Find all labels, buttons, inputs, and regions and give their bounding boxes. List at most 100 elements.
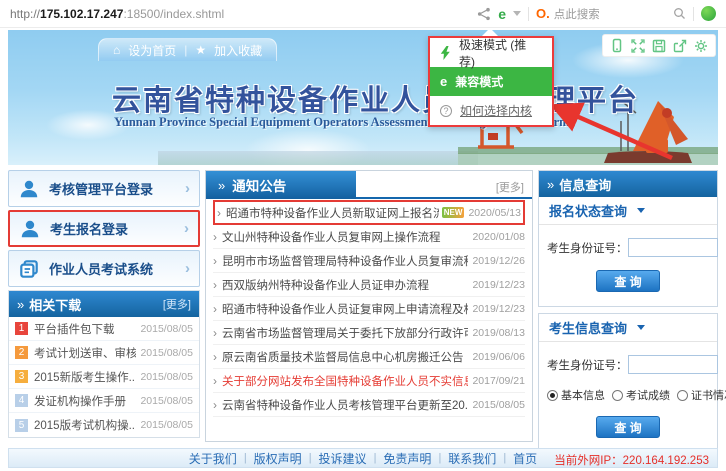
notice-item-title: 昭通市特种设备作业人员证复审网上申请流程及相... bbox=[222, 301, 468, 317]
divider: | bbox=[438, 452, 441, 464]
bullet-icon: › bbox=[213, 350, 217, 364]
download-title: 发证机构操作手册 bbox=[34, 393, 136, 409]
download-title: 2015新版考生操作... bbox=[34, 369, 136, 385]
exam-system-icon bbox=[18, 258, 40, 280]
notice-item[interactable]: › 云南省市场监督管理局关于委托下放部分行政许可... 2019/08/13 bbox=[213, 321, 525, 345]
rank-badge: 5 bbox=[15, 419, 28, 432]
info-query-header: » 信息查询 bbox=[539, 171, 717, 197]
export-icon[interactable] bbox=[673, 39, 687, 53]
notice-tab[interactable]: » 通知公告 bbox=[206, 171, 356, 199]
star-icon: ★ bbox=[195, 43, 206, 57]
notice-item[interactable]: › 文山州特种设备作业人员复审网上操作流程 2020/01/08 bbox=[213, 225, 525, 249]
search-placeholder[interactable]: 点此搜索 bbox=[554, 6, 669, 22]
status-query-button[interactable]: 查 询 bbox=[596, 270, 660, 292]
browser-logo-icon[interactable] bbox=[701, 6, 716, 21]
id-number-label: 考生身份证号： bbox=[547, 240, 628, 256]
notice-item-date: 2019/12/23 bbox=[472, 279, 525, 291]
download-item[interactable]: 5 2015版考试机构操... 2015/08/05 bbox=[9, 413, 199, 437]
fullscreen-icon[interactable] bbox=[631, 39, 645, 53]
mobile-icon[interactable] bbox=[610, 38, 624, 53]
notice-item[interactable]: › 昆明市市场监督管理局特种设备作业人员复审流程... 2019/12/26 bbox=[213, 249, 525, 273]
notice-item-date: 2019/12/23 bbox=[472, 303, 525, 315]
double-chevron-icon: » bbox=[547, 177, 554, 192]
url-text[interactable]: http://175.102.17.247:18500/index.shtml bbox=[10, 7, 477, 21]
downloads-more-link[interactable]: [更多] bbox=[163, 296, 191, 312]
double-chevron-icon: » bbox=[218, 178, 225, 193]
bullet-icon: › bbox=[213, 302, 217, 316]
footer-link-complaint[interactable]: 投诉建议 bbox=[319, 450, 367, 467]
rank-badge: 1 bbox=[15, 322, 28, 335]
set-home-link[interactable]: 设为首页 bbox=[128, 42, 176, 59]
footer-link-contact[interactable]: 联系我们 bbox=[448, 450, 496, 467]
add-favorite-link[interactable]: 加入收藏 bbox=[214, 42, 262, 59]
compat-mode-icon[interactable]: e bbox=[498, 7, 506, 21]
candidate-query-toggle[interactable]: 考生信息查询 bbox=[539, 314, 717, 342]
sidebar-item-label: 作业人员考试系统 bbox=[49, 259, 185, 278]
radio-exam-score[interactable]: 考试成绩 bbox=[612, 387, 670, 403]
chevron-right-icon: › bbox=[184, 220, 189, 237]
chevron-down-icon[interactable] bbox=[513, 11, 521, 16]
notice-item[interactable]: › 西双版纳州特种设备作业人员证申办流程 2019/12/23 bbox=[213, 273, 525, 297]
download-item[interactable]: 3 2015新版考生操作... 2015/08/05 bbox=[9, 365, 199, 389]
notice-item-date: 2019/08/13 bbox=[472, 327, 525, 339]
notice-item-highlighted[interactable]: › 昭通市特种设备作业人员新取证网上报名流程 NEW 2020/05/13 bbox=[213, 200, 525, 225]
footer-link-copyright[interactable]: 版权声明 bbox=[254, 450, 302, 467]
footer-link-disclaimer[interactable]: 免责声明 bbox=[383, 450, 431, 467]
download-item[interactable]: 4 发证机构操作手册 2015/08/05 bbox=[9, 389, 199, 413]
id-number-input[interactable] bbox=[628, 355, 718, 374]
notice-item-title: 云南省市场监督管理局关于委托下放部分行政许可... bbox=[222, 325, 468, 341]
notice-item-title: 文山州特种设备作业人员复审网上操作流程 bbox=[222, 229, 468, 245]
magnifier-icon[interactable] bbox=[673, 7, 686, 20]
person-icon bbox=[18, 178, 40, 200]
banner-quick-links: ⌂ 设为首页 | ★ 加入收藏 bbox=[98, 38, 277, 61]
divider: | bbox=[309, 452, 312, 464]
chevron-right-icon: › bbox=[185, 180, 190, 197]
search-engine-logo[interactable]: O. bbox=[536, 6, 550, 21]
divider bbox=[693, 7, 694, 21]
browser-page-toolbar bbox=[602, 34, 716, 57]
radio-icon bbox=[547, 390, 558, 401]
radio-basic-info[interactable]: 基本信息 bbox=[547, 387, 605, 403]
info-query-panel: » 信息查询 报名状态查询 考生身份证号： 查 询 bbox=[538, 170, 718, 307]
download-date: 2015/08/05 bbox=[140, 323, 193, 335]
notice-item[interactable]: › 云南省特种设备作业人员考核管理平台更新至20... 2015/08/05 bbox=[213, 393, 525, 417]
footer-link-home[interactable]: 首页 bbox=[513, 450, 537, 467]
notice-item-title: 云南省特种设备作业人员考核管理平台更新至20... bbox=[222, 397, 468, 413]
status-query-toggle[interactable]: 报名状态查询 bbox=[539, 197, 717, 225]
notice-item[interactable]: › 原云南省质量技术监督局信息中心机房搬迁公告 2019/06/06 bbox=[213, 345, 525, 369]
download-item[interactable]: 2 考试计划送审、审核 ... 2015/08/05 bbox=[9, 341, 199, 365]
bullet-icon: › bbox=[213, 278, 217, 292]
divider bbox=[528, 7, 529, 21]
notice-item-title: 昆明市市场监督管理局特种设备作业人员复审流程... bbox=[222, 253, 468, 269]
sidebar-item-label: 考生报名登录 bbox=[50, 219, 184, 238]
menu-item-kernel-help[interactable]: ? 如何选择内核 bbox=[430, 96, 552, 125]
query-column: » 信息查询 报名状态查询 考生身份证号： 查 询 bbox=[538, 170, 718, 442]
save-icon[interactable] bbox=[652, 39, 666, 53]
notice-title: 通知公告 bbox=[232, 175, 286, 195]
id-number-input[interactable] bbox=[628, 238, 718, 257]
candidate-query-panel: 考生信息查询 考生身份证号： 基本信息 bbox=[538, 313, 718, 453]
gear-icon[interactable] bbox=[694, 39, 708, 53]
browser-search-box[interactable]: O. 点此搜索 bbox=[536, 6, 686, 22]
menu-item-compat-mode[interactable]: e 兼容模式 bbox=[430, 67, 552, 96]
footer-link-about[interactable]: 关于我们 bbox=[189, 450, 237, 467]
notice-item-title: 关于部分网站发布全国特种设备作业人员不实信息... bbox=[222, 373, 468, 389]
new-badge: NEW bbox=[442, 207, 465, 218]
notice-item[interactable]: › 昭通市特种设备作业人员证复审网上申请流程及相... 2019/12/23 bbox=[213, 297, 525, 321]
radio-certificate[interactable]: 证书情况 bbox=[677, 387, 726, 403]
notice-panel: » 通知公告 [更多] › 昭通市特种设备作业人员新取证网上报名流程 NEW 2… bbox=[205, 170, 533, 442]
notice-item-alert[interactable]: › 关于部分网站发布全国特种设备作业人员不实信息... 2017/09/21 bbox=[213, 369, 525, 393]
sidebar-item-platform-login[interactable]: 考核管理平台登录 › bbox=[8, 170, 200, 207]
share-icon[interactable] bbox=[477, 7, 491, 21]
download-date: 2015/08/05 bbox=[140, 347, 193, 359]
notice-more-link[interactable]: [更多] bbox=[496, 179, 524, 195]
menu-item-speed-mode[interactable]: 极速模式 (推荐) bbox=[430, 38, 552, 67]
chevron-down-icon bbox=[637, 208, 645, 213]
notice-item-title: 昭通市特种设备作业人员新取证网上报名流程 bbox=[226, 205, 439, 221]
download-item[interactable]: 1 平台插件包下载 2015/08/05 bbox=[9, 317, 199, 341]
sidebar-item-candidate-login[interactable]: 考生报名登录 › bbox=[8, 210, 200, 247]
bullet-icon: › bbox=[213, 254, 217, 268]
candidate-query-button[interactable]: 查 询 bbox=[596, 416, 660, 438]
skyline-decoration bbox=[158, 151, 478, 165]
sidebar-item-exam-system[interactable]: 作业人员考试系统 › bbox=[8, 250, 200, 287]
